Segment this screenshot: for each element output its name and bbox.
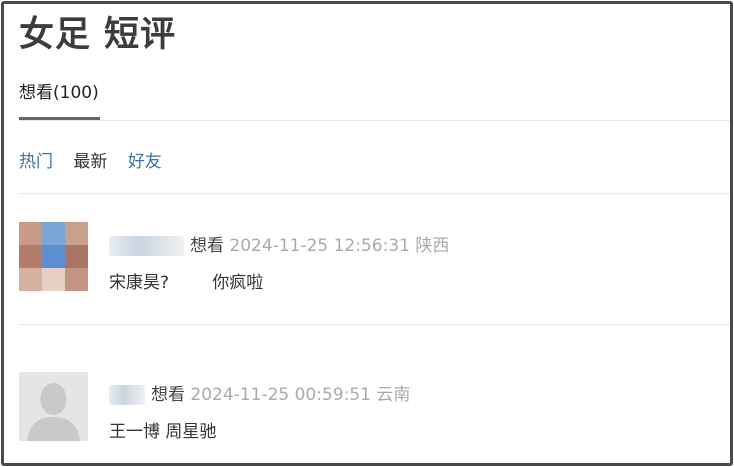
filter-divider bbox=[19, 193, 730, 194]
comment-time: 2024-11-25 00:59:51 bbox=[190, 385, 371, 405]
username-redacted[interactable] bbox=[109, 236, 184, 256]
user-avatar[interactable] bbox=[19, 372, 88, 441]
comment-meta: 想看 2024-11-25 12:56:31 陕西 bbox=[109, 231, 449, 256]
comment-text: 王一博 周星驰 bbox=[109, 422, 217, 442]
filter-friends[interactable]: 好友 bbox=[128, 152, 162, 172]
comment-location: 云南 bbox=[376, 385, 411, 405]
comment-time: 2024-11-25 12:56:31 bbox=[229, 236, 410, 256]
filter-hot[interactable]: 热门 bbox=[19, 152, 53, 172]
rating-label: 想看 bbox=[151, 385, 185, 405]
comment-location: 陕西 bbox=[415, 236, 450, 256]
default-avatar-icon bbox=[27, 383, 80, 441]
comment-meta: 想看 2024-11-25 00:59:51 云南 bbox=[109, 380, 410, 405]
rating-label: 想看 bbox=[190, 236, 224, 256]
tab-divider bbox=[19, 120, 730, 121]
page-title: 女足 短评 bbox=[19, 15, 177, 55]
filter-latest[interactable]: 最新 bbox=[73, 152, 107, 172]
tab-want-to-watch[interactable]: 想看(100) bbox=[19, 78, 99, 115]
comment-divider bbox=[19, 324, 730, 325]
comment-text: 宋康昊? 你疯啦 bbox=[109, 273, 264, 293]
sort-filters: 热门 最新 好友 bbox=[19, 147, 177, 172]
user-avatar[interactable] bbox=[19, 222, 88, 291]
page-frame: 女足 短评 想看(100) 热门 最新 好友 想看 2024-11-25 12:… bbox=[1, 1, 733, 466]
username-redacted[interactable] bbox=[109, 385, 145, 405]
